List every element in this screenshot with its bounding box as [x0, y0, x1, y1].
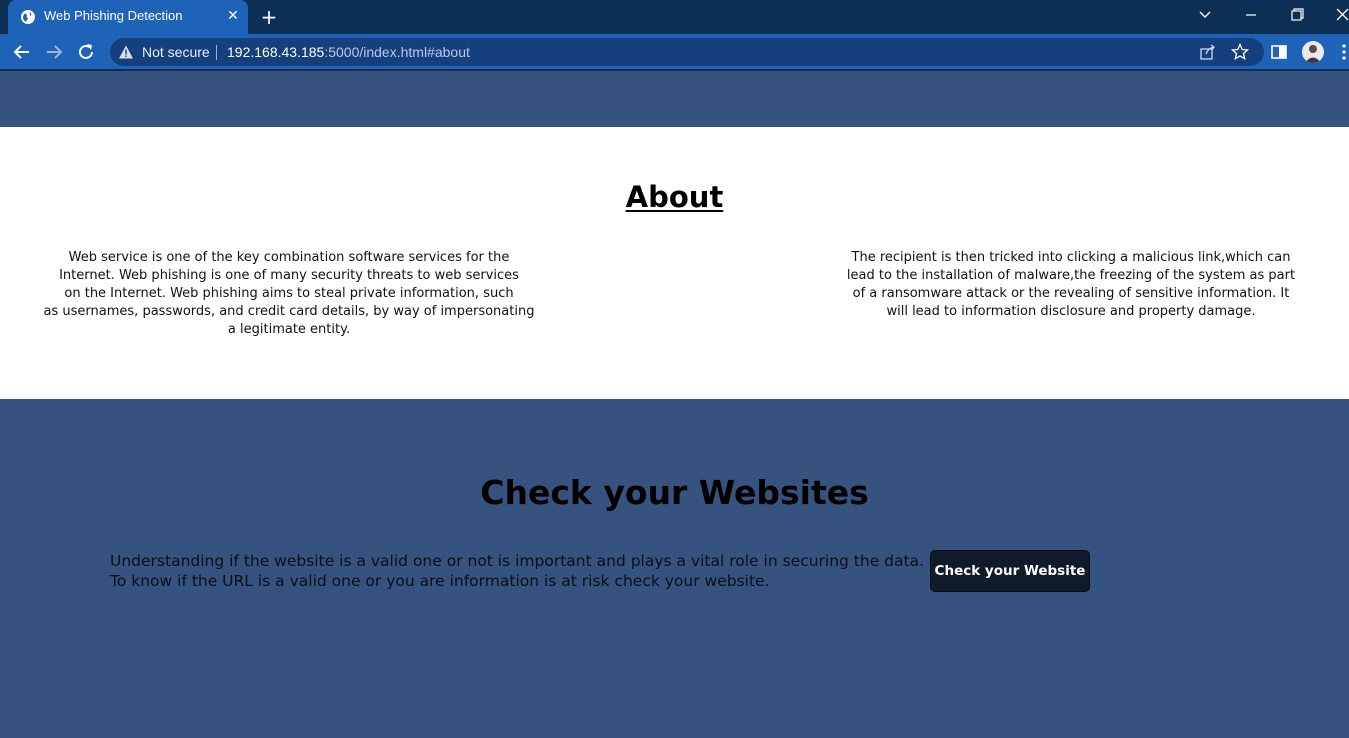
menu-kebab-icon[interactable] [1336, 42, 1349, 62]
check-description-line: Understanding if the website is a valid … [110, 552, 925, 570]
not-secure-label[interactable]: Not secure [142, 44, 210, 60]
about-heading: About [625, 180, 724, 214]
tab-strip: Web Phishing Detection ✕ + [0, 0, 1349, 34]
about-right-line: The recipient is then tricked into click… [851, 250, 1291, 265]
about-right-paragraph: The recipient is then tricked into click… [840, 249, 1302, 321]
about-left-line: a legitimate entity. [227, 322, 351, 337]
back-arrow-icon[interactable] [11, 41, 33, 63]
check-description-line: To know if the URL is a valid one or you… [110, 572, 770, 590]
check-websites-description: Understanding if the website is a valid … [110, 551, 930, 591]
side-panel-icon[interactable] [1269, 42, 1289, 62]
check-websites-section: Check your Websites Understanding if the… [0, 399, 1349, 738]
globe-icon [20, 9, 36, 25]
url-path: :5000/index.html#about [324, 44, 470, 60]
address-bar[interactable]: Not secure 192.168.43.185:5000/index.htm… [110, 38, 1264, 66]
about-left-line: Web service is one of the key combinatio… [68, 250, 510, 265]
check-websites-heading: Check your Websites [480, 473, 869, 512]
about-left-paragraph: Web service is one of the key combinatio… [40, 249, 538, 339]
forward-arrow-icon[interactable] [43, 41, 65, 63]
close-window-icon[interactable] [1330, 5, 1349, 25]
reload-icon[interactable] [75, 41, 97, 63]
url-host: 192.168.43.185 [227, 44, 325, 60]
about-left-line: on the Internet. Web phishing aims to st… [64, 286, 514, 301]
minimize-icon[interactable] [1239, 5, 1263, 25]
omnibox-divider [216, 45, 217, 60]
tab-title: Web Phishing Detection [44, 8, 183, 23]
about-left-line: as usernames, passwords, and credit card… [43, 304, 535, 319]
new-tab-button[interactable]: + [259, 7, 279, 27]
about-right-line: of a ransomware attack or the revealing … [852, 286, 1290, 301]
about-left-line: Internet. Web phishing is one of many se… [59, 268, 519, 283]
bookmark-star-icon[interactable] [1230, 42, 1250, 62]
url-text[interactable]: 192.168.43.185:5000/index.html#about [227, 44, 470, 60]
restore-icon[interactable] [1285, 5, 1309, 25]
tab-close-icon[interactable]: ✕ [225, 8, 241, 24]
about-right-line: will lead to information disclosure and … [886, 304, 1256, 319]
about-section: About Web service is one of the key comb… [0, 127, 1349, 399]
warning-icon[interactable] [118, 44, 134, 60]
browser-tab-active[interactable]: Web Phishing Detection ✕ [8, 0, 248, 34]
check-website-button[interactable]: Check your Website [930, 550, 1090, 592]
profile-avatar[interactable] [1302, 41, 1324, 63]
browser-toolbar: Not secure 192.168.43.185:5000/index.htm… [0, 34, 1349, 69]
page-header-band [0, 71, 1349, 127]
share-icon[interactable] [1198, 42, 1218, 62]
tab-search-icon[interactable] [1193, 5, 1217, 25]
about-right-line: lead to the installation of malware,the … [846, 268, 1296, 283]
